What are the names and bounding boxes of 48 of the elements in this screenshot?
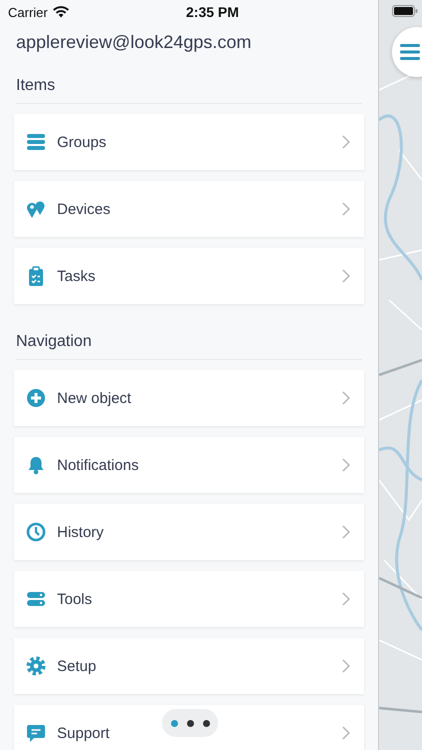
chat-bubble-icon	[26, 723, 46, 743]
menu-item[interactable]: Groups	[14, 114, 364, 170]
menu-item[interactable]: Support	[14, 705, 364, 750]
wifi-icon	[52, 6, 69, 18]
menu-item[interactable]: Devices	[14, 181, 364, 237]
menu-item[interactable]: Notifications	[14, 437, 364, 493]
section-heading: Items	[16, 77, 362, 104]
chevron-icon	[342, 135, 350, 149]
menu-item[interactable]: Tools	[14, 571, 364, 627]
plus-circle-icon	[26, 388, 46, 408]
chevron-icon	[342, 592, 350, 606]
menu-item-label: Support	[57, 724, 111, 742]
groups-icon	[26, 132, 46, 152]
page-dot[interactable]	[186, 720, 194, 726]
chevron-icon	[342, 269, 350, 283]
clock-icon	[26, 522, 46, 542]
page-dot[interactable]	[170, 720, 178, 726]
chevron-icon	[342, 525, 350, 539]
menu-item-label: Setup	[57, 658, 98, 674]
menu-item-label: Groups	[57, 134, 108, 150]
menu-item[interactable]: New object	[14, 370, 364, 426]
chevron-icon	[342, 202, 350, 216]
menu-item-label: Tasks	[57, 268, 96, 284]
chevron-icon	[342, 391, 350, 405]
carrier-name: Carrier	[8, 4, 48, 20]
chevron-icon	[342, 458, 350, 472]
menu-item-label: New object	[57, 390, 132, 406]
settings-icon	[26, 656, 46, 676]
bell-icon	[26, 455, 46, 475]
menu-item-label: Devices	[57, 200, 112, 218]
chevron-icon	[342, 726, 350, 740]
menu-item[interactable]: Setup	[14, 638, 364, 694]
page-indicator[interactable]	[162, 709, 218, 737]
menu-icon	[400, 44, 420, 60]
menu-item-label: Tools	[57, 590, 94, 608]
map-pins-icon	[26, 199, 46, 219]
battery-icon	[392, 5, 418, 17]
clock-time: 2:35 PM	[186, 4, 239, 20]
menu-item-label: History	[57, 524, 105, 540]
section-heading: Navigation	[16, 333, 362, 360]
menu-item[interactable]: Tasks	[14, 248, 364, 304]
chevron-icon	[342, 659, 350, 673]
menu-item-label: Notifications	[57, 456, 140, 474]
toggle-bars-icon	[26, 589, 46, 609]
account-email: applereview@look24gps.com	[15, 31, 252, 54]
menu-item[interactable]: History	[14, 504, 364, 560]
page-dot[interactable]	[202, 720, 210, 726]
clipboard-icon	[26, 266, 46, 286]
